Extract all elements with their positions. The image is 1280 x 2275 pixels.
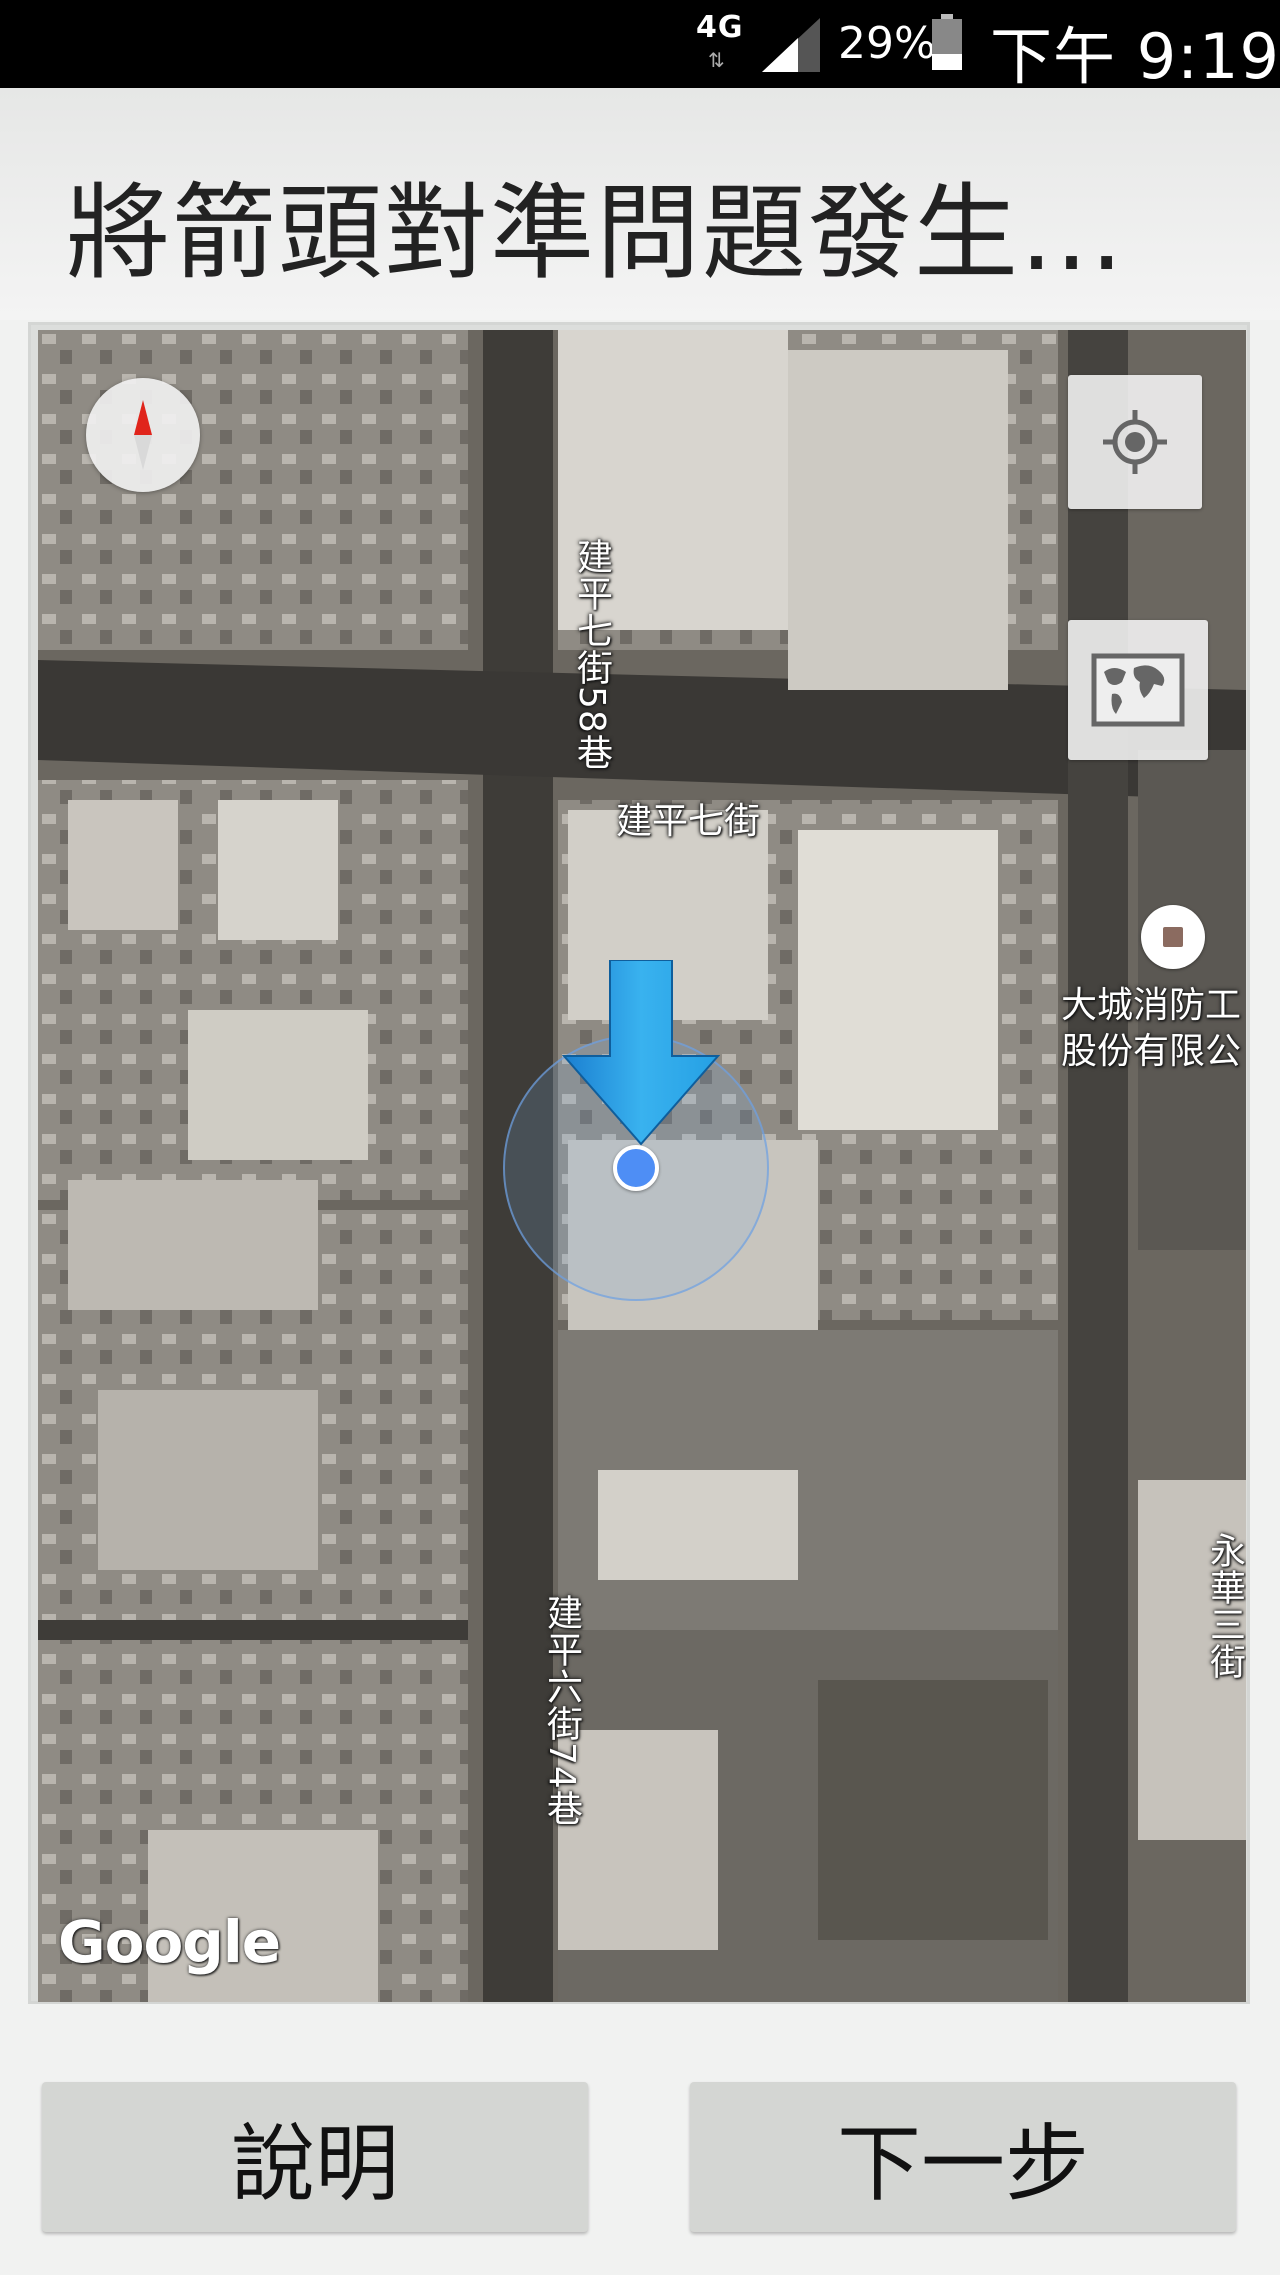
compass-icon[interactable] [86,378,200,492]
signal-icon [762,18,820,72]
poi-name-line2: 股份有限公 [1061,1031,1242,1072]
poi-name-line1: 大城消防工 [1061,985,1242,1026]
crosshair-location-icon [1103,410,1167,474]
map-type-button[interactable] [1068,620,1208,760]
network-type: 4G [696,10,744,45]
battery-percent: 29% [838,18,936,69]
world-map-icon [1091,653,1185,727]
page-title: 將箭頭對準問題發生... [66,172,1126,294]
title-bar: 將箭頭對準問題發生... [0,88,1280,320]
road-label: 建平七街58巷 [571,538,612,771]
poi-marker-icon[interactable] [1141,905,1205,969]
current-location-dot [613,1145,659,1191]
next-button[interactable]: 下一步 [690,2082,1236,2232]
status-bar: 4G ⇅ 29% 下午 9:19 [0,0,1280,93]
poi-label[interactable]: 大城消防工 股份有限公 [1061,983,1241,1075]
battery-icon [932,14,962,70]
my-location-button[interactable] [1068,375,1202,509]
clock: 下午 9:19 [990,20,1280,93]
google-attribution: Google [58,1908,281,1976]
road-label: 建平六街74巷 [541,1594,582,1827]
help-button[interactable]: 說明 [42,2082,588,2232]
road-label: 建平七街 [616,801,761,842]
data-activity-icon: ⇅ [708,48,725,72]
map-frame: 建平七街58巷 建平七街 建平六街74巷 永華三街 大城消防工 股份有限公 Go… [28,322,1250,2004]
road-label: 永華三街 [1204,1532,1245,1680]
pin-arrow-icon[interactable] [562,960,720,1146]
satellite-map[interactable]: 建平七街58巷 建平七街 建平六街74巷 永華三街 大城消防工 股份有限公 Go… [38,330,1246,2002]
